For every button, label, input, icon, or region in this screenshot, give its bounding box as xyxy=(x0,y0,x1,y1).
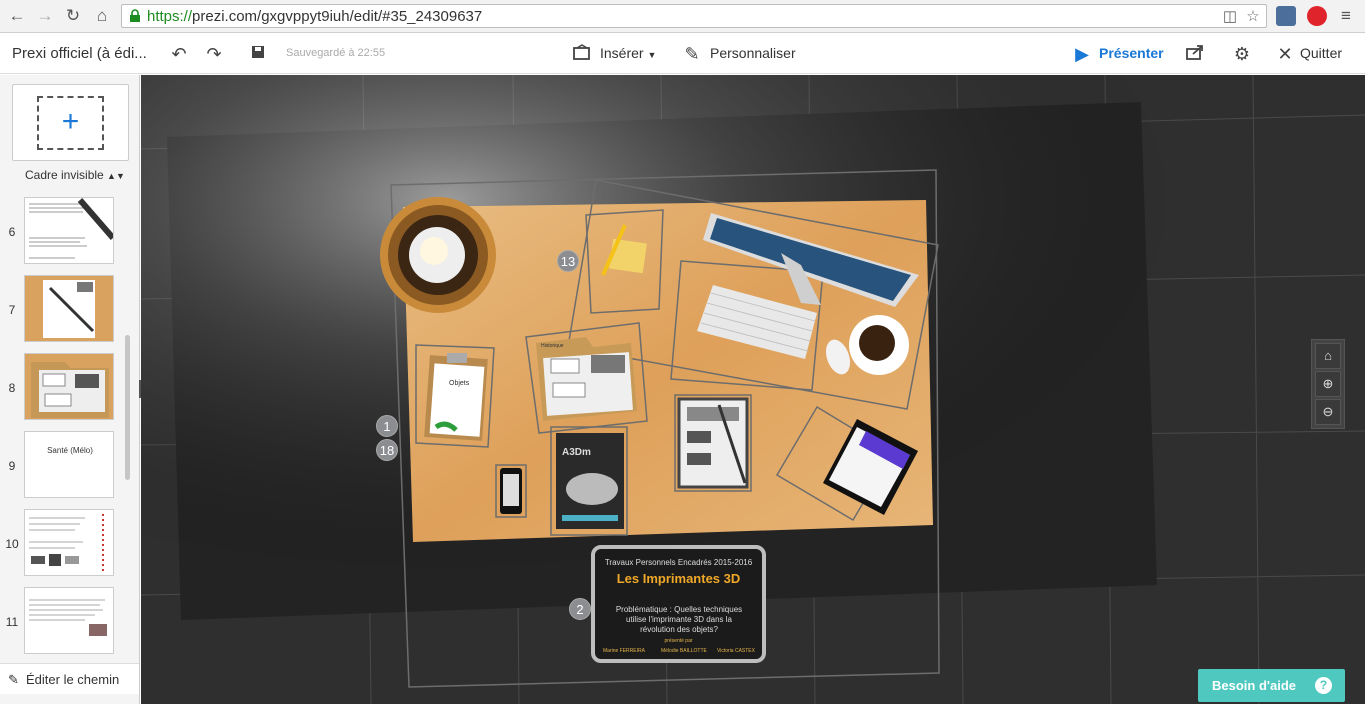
help-label: Besoin d'aide xyxy=(1212,678,1296,693)
frame-type-select[interactable]: Cadre invisible ▲▼ xyxy=(25,168,125,182)
prezi-canvas[interactable]: Objets Historique A3Dm 13 1 18 2 Travaux… xyxy=(141,75,1365,704)
brush-icon[interactable]: ✎ xyxy=(682,44,702,64)
share-icon[interactable] xyxy=(1185,44,1205,64)
thumbnail-caption: Santé (Mélo) xyxy=(47,446,93,455)
question-icon: ? xyxy=(1315,677,1332,694)
path-step-number[interactable]: 2 xyxy=(569,598,591,620)
insert-menu[interactable]: Insérer ▼ xyxy=(600,45,656,61)
frames-sidebar: + Cadre invisible ▲▼ 6 7 8 9 Santé (Mélo… xyxy=(0,75,140,704)
home-view-icon[interactable]: ⌂ xyxy=(1315,343,1341,369)
back-icon[interactable]: ← xyxy=(6,5,28,27)
thumbnail-frame[interactable] xyxy=(24,587,114,654)
thumbnail-number: 7 xyxy=(8,303,16,317)
title-card-author: Marine FERREIRA xyxy=(603,648,645,654)
title-card-line1: Travaux Personnels Encadrés 2015-2016 xyxy=(604,558,753,567)
zoom-out-icon[interactable]: ⊖ xyxy=(1315,399,1341,425)
lock-icon xyxy=(130,9,140,22)
thumbnail-frame[interactable]: Santé (Mélo) xyxy=(24,431,114,498)
path-step-number[interactable]: 13 xyxy=(557,250,579,272)
title-card[interactable]: Travaux Personnels Encadrés 2015-2016 Le… xyxy=(591,545,766,663)
thumbnail-number: 10 xyxy=(5,537,19,551)
clipboard-label: Objets xyxy=(449,380,470,387)
folder-label: Historique xyxy=(541,343,564,349)
reload-icon[interactable]: ↻ xyxy=(62,5,84,27)
title-card-author: Victoria CASTEX xyxy=(717,648,755,654)
magazine-title: A3Dm xyxy=(562,447,591,458)
path-step-number[interactable]: 18 xyxy=(376,439,398,461)
save-status: Sauvegardé à 22:55 xyxy=(286,47,386,59)
insert-icon[interactable] xyxy=(572,44,592,64)
presentation-title[interactable]: Prexi officiel (à édi... xyxy=(12,45,147,62)
path-step-number[interactable]: 1 xyxy=(376,415,398,437)
title-card-problem: Problématique : Quelles techniques utili… xyxy=(615,605,743,634)
play-icon[interactable]: ▶ xyxy=(1072,44,1092,64)
translate-icon[interactable]: ◫ xyxy=(1221,8,1239,26)
edit-path-button[interactable]: ✎ Éditer le chemin xyxy=(0,663,139,694)
menu-icon[interactable]: ≡ xyxy=(1335,5,1357,27)
help-button[interactable]: Besoin d'aide ? xyxy=(1198,669,1345,702)
url-text: https://prezi.com/gxgvppyt9iuh/edit/#35_… xyxy=(147,8,483,25)
pencil-icon: ✎ xyxy=(8,672,19,687)
zoom-in-icon[interactable]: ⊕ xyxy=(1315,371,1341,397)
undo-icon[interactable]: ↶ xyxy=(169,44,189,64)
thumbnail-frame[interactable] xyxy=(24,275,114,342)
close-icon[interactable]: ✕ xyxy=(1275,44,1295,64)
extension-icon[interactable] xyxy=(1276,6,1296,26)
thumbnail-frame[interactable] xyxy=(24,353,114,420)
plus-icon: + xyxy=(61,105,80,138)
prezi-toolbar: Prexi officiel (à édi... ↶ ↷ Sauvegardé … xyxy=(0,34,1365,74)
title-card-author: Mélodie BAILLOTTE xyxy=(661,648,707,654)
bookmark-star-icon[interactable]: ☆ xyxy=(1244,8,1262,26)
redo-icon[interactable]: ↷ xyxy=(204,44,224,64)
title-card-presented-by: présenté par xyxy=(664,638,693,644)
home-icon[interactable]: ⌂ xyxy=(91,5,113,27)
customize-button[interactable]: Personnaliser xyxy=(710,45,796,61)
pocket-icon[interactable] xyxy=(1307,6,1327,26)
thumbnail-frame[interactable] xyxy=(24,509,114,576)
save-icon[interactable] xyxy=(248,44,268,64)
present-button[interactable]: Présenter xyxy=(1099,45,1164,61)
title-card-title: Les Imprimantes 3D xyxy=(616,571,741,586)
address-bar[interactable]: https://prezi.com/gxgvppyt9iuh/edit/#35_… xyxy=(121,4,1267,28)
thumbnail-number: 9 xyxy=(8,459,16,473)
thumbnail-number: 6 xyxy=(8,225,16,239)
quit-button[interactable]: Quitter xyxy=(1300,45,1342,61)
thumbnail-number: 11 xyxy=(5,615,19,629)
thumbnail-number: 8 xyxy=(8,381,16,395)
sidebar-scrollbar[interactable] xyxy=(125,335,130,480)
forward-icon[interactable]: → xyxy=(34,5,56,27)
gear-icon[interactable]: ⚙ xyxy=(1232,44,1252,64)
edit-path-label: Éditer le chemin xyxy=(26,672,120,687)
thumbnail-frame[interactable] xyxy=(24,197,114,264)
add-frame-button[interactable]: + xyxy=(12,84,129,161)
browser-toolbar: ← → ↻ ⌂ https://prezi.com/gxgvppyt9iuh/e… xyxy=(0,0,1365,33)
